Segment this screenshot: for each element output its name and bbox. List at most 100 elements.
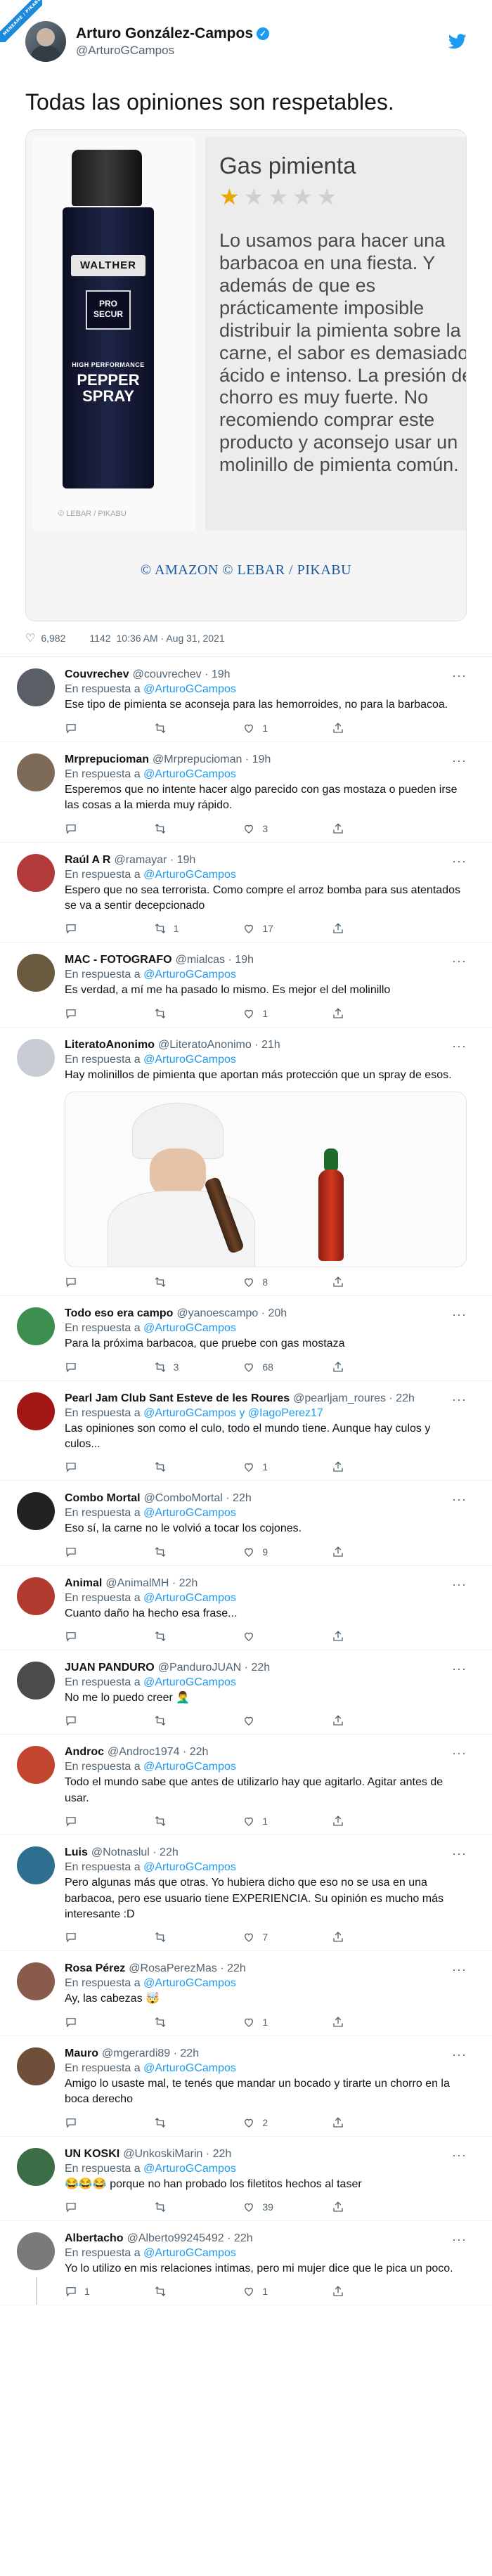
more-options-icon[interactable]: ··· — [452, 1492, 467, 1507]
replying-to-link[interactable]: @ArturoGCampos — [143, 768, 236, 780]
share-action[interactable] — [332, 822, 374, 835]
reply-action[interactable] — [65, 822, 107, 835]
replying-to-link[interactable]: @ArturoGCampos — [143, 1322, 236, 1334]
share-action[interactable] — [332, 2116, 374, 2129]
share-action[interactable] — [332, 2285, 374, 2298]
more-options-icon[interactable]: ··· — [452, 854, 467, 869]
replying-to-link[interactable]: @ArturoGCampos — [143, 683, 236, 695]
reply-handle-time[interactable]: @AnimalMH · 22h — [105, 1577, 198, 1590]
reply-avatar[interactable] — [17, 853, 55, 892]
like-action[interactable]: 7 — [242, 1931, 285, 1943]
reply-avatar[interactable] — [17, 1746, 55, 1785]
reply-author-name[interactable]: Albertacho — [65, 2232, 124, 2245]
like-action[interactable]: 1 — [242, 2016, 285, 2028]
retweet-action[interactable] — [154, 1931, 196, 1943]
like-action[interactable]: 1 — [242, 1461, 285, 1473]
reply-author-name[interactable]: Mrprepucioman — [65, 753, 149, 766]
like-action[interactable]: 3 — [242, 822, 285, 835]
reply-author-name[interactable]: Pearl Jam Club Sant Esteve de les Roures — [65, 1392, 290, 1405]
share-action[interactable] — [332, 2016, 374, 2028]
reply-handle-time[interactable]: @ComboMortal · 22h — [144, 1492, 252, 1505]
reply-tweet[interactable]: Todo eso era campo @yanoescampo · 20h En… — [0, 1296, 492, 1381]
reply-tweet[interactable]: Mrprepucioman @Mrprepucioman · 19h En re… — [0, 742, 492, 843]
reply-handle-time[interactable]: @RosaPerezMas · 22h — [129, 1962, 246, 1975]
retweet-action[interactable] — [154, 2016, 196, 2028]
more-options-icon[interactable]: ··· — [452, 2047, 467, 2062]
retweet-action[interactable] — [154, 1276, 196, 1288]
more-options-icon[interactable]: ··· — [452, 753, 467, 768]
reply-tweet[interactable]: Combo Mortal @ComboMortal · 22h En respu… — [0, 1481, 492, 1566]
retweet-action[interactable] — [154, 1007, 196, 1020]
retweet-action[interactable] — [154, 2116, 196, 2129]
retweet-action[interactable] — [154, 1461, 196, 1473]
share-action[interactable] — [332, 1815, 374, 1827]
share-action[interactable] — [332, 1931, 374, 1943]
like-action[interactable]: 39 — [242, 2201, 285, 2213]
reply-avatar[interactable] — [17, 753, 55, 791]
reply-action[interactable] — [65, 1276, 107, 1288]
more-options-icon[interactable]: ··· — [452, 1039, 467, 1054]
reply-author-name[interactable]: JUAN PANDURO — [65, 1662, 155, 1674]
reply-action[interactable] — [65, 1931, 107, 1943]
more-options-icon[interactable]: ··· — [452, 1846, 467, 1861]
reply-avatar[interactable] — [17, 954, 55, 992]
share-action[interactable] — [332, 1714, 374, 1727]
reply-action[interactable] — [65, 722, 107, 734]
reply-handle-time[interactable]: @PanduroJUAN · 22h — [158, 1662, 270, 1674]
reply-tweet[interactable]: JUAN PANDURO @PanduroJUAN · 22h En respu… — [0, 1650, 492, 1735]
reply-author-name[interactable]: Androc — [65, 1746, 104, 1759]
retweet-action[interactable] — [154, 2285, 196, 2298]
replying-to-link[interactable]: @ArturoGCampos — [143, 1054, 236, 1066]
like-action[interactable]: 1 — [242, 722, 285, 734]
reply-tweet[interactable]: Animal @AnimalMH · 22h En respuesta a @A… — [0, 1566, 492, 1651]
reply-author-name[interactable]: Mauro — [65, 2047, 98, 2060]
reply-avatar[interactable] — [17, 1492, 55, 1531]
replying-to-link[interactable]: @ArturoGCampos — [143, 1676, 236, 1688]
reply-tweet[interactable]: Mauro @mgerardi89 · 22h En respuesta a @… — [0, 2036, 492, 2137]
like-action[interactable]: 8 — [242, 1276, 285, 1288]
reply-avatar[interactable] — [17, 1662, 55, 1700]
reply-action[interactable] — [65, 1630, 107, 1643]
more-options-icon[interactable]: ··· — [452, 2148, 467, 2163]
reply-tweet[interactable]: UN KOSKI @UnkoskiMarin · 22h En respuest… — [0, 2137, 492, 2221]
reply-handle-time[interactable]: @Alberto99245492 · 22h — [127, 2232, 253, 2245]
reply-action[interactable] — [65, 1546, 107, 1558]
reply-author-name[interactable]: Luis — [65, 1846, 88, 1859]
reply-action[interactable] — [65, 1361, 107, 1373]
retweet-action[interactable] — [154, 1714, 196, 1727]
reply-avatar[interactable] — [17, 668, 55, 707]
share-action[interactable] — [332, 1546, 374, 1558]
share-action[interactable] — [332, 2201, 374, 2213]
retweet-action[interactable] — [154, 1546, 196, 1558]
retweet-action[interactable] — [154, 822, 196, 835]
reply-action[interactable] — [65, 1815, 107, 1827]
reply-avatar[interactable] — [17, 2147, 55, 2186]
more-options-icon[interactable]: ··· — [452, 1746, 467, 1761]
reply-author-name[interactable]: Raúl A R — [65, 854, 110, 867]
reply-handle-time[interactable]: @mgerardi89 · 22h — [102, 2047, 199, 2060]
more-options-icon[interactable]: ··· — [452, 1962, 467, 1977]
reply-avatar[interactable] — [17, 1307, 55, 1346]
reply-action[interactable] — [65, 1461, 107, 1473]
share-action[interactable] — [332, 1276, 374, 1288]
more-options-icon[interactable]: ··· — [452, 954, 467, 969]
replying-to-link[interactable]: @ArturoGCampos — [143, 2163, 236, 2175]
reply-handle-time[interactable]: @Notnaslul · 22h — [91, 1846, 179, 1859]
more-options-icon[interactable]: ··· — [452, 1392, 467, 1407]
reply-action[interactable] — [65, 1714, 107, 1727]
retweet-action[interactable] — [154, 2201, 196, 2213]
reply-tweet[interactable]: MAC - FOTOGRAFO @mialcas · 19h En respue… — [0, 943, 492, 1028]
reply-handle-time[interactable]: @LiteratoAnonimo · 21h — [158, 1039, 280, 1051]
like-action[interactable]: 9 — [242, 1546, 285, 1558]
reply-author-name[interactable]: Rosa Pérez — [65, 1962, 125, 1975]
heart-icon[interactable]: ♡ — [25, 631, 35, 645]
retweet-action[interactable]: 3 — [154, 1361, 196, 1373]
more-options-icon[interactable]: ··· — [452, 668, 467, 683]
reply-handle-time[interactable]: @pearljam_roures · 22h — [293, 1392, 415, 1405]
reply-tweet[interactable]: Albertacho @Alberto99245492 · 22h En res… — [0, 2221, 492, 2306]
reply-author-name[interactable]: Combo Mortal — [65, 1492, 141, 1505]
reply-avatar[interactable] — [17, 1846, 55, 1885]
reply-action[interactable] — [65, 1007, 107, 1020]
reply-author-name[interactable]: Animal — [65, 1577, 102, 1590]
reply-author-name[interactable]: LiteratoAnonimo — [65, 1039, 155, 1051]
